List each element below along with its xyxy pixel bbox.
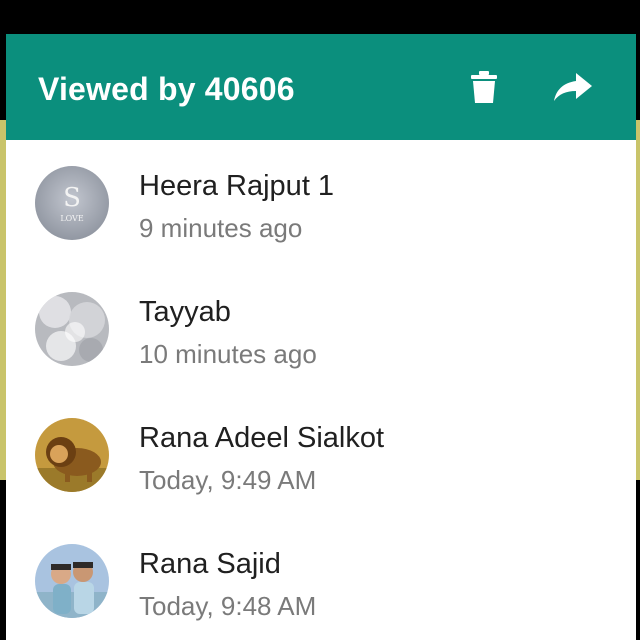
viewed-by-title: Viewed by 40606 [38, 71, 295, 107]
viewed-time: Today, 9:49 AM [139, 465, 317, 495]
avatar [35, 292, 109, 366]
list-item[interactable]: Rana Sajid Today, 9:48 AM [6, 518, 636, 640]
delete-button[interactable] [461, 64, 507, 110]
viewers-sheet: Viewed by 40606 S LOVE Heera Rajput 1 9 … [6, 34, 636, 640]
viewer-name: Tayyab [139, 296, 231, 328]
viewer-name: Rana Adeel Sialkot [139, 422, 385, 454]
svg-text:S: S [63, 183, 81, 213]
list-item[interactable]: Tayyab 10 minutes ago [6, 266, 636, 392]
list-item[interactable]: S LOVE Heera Rajput 1 9 minutes ago [6, 140, 636, 266]
list-item[interactable]: Rana Adeel Sialkot Today, 9:49 AM [6, 392, 636, 518]
forward-arrow-icon [554, 73, 592, 101]
viewer-name: Heera Rajput 1 [139, 170, 335, 202]
viewed-time: Today, 9:48 AM [139, 591, 317, 621]
viewed-time: 10 minutes ago [139, 339, 317, 369]
avatar [35, 418, 109, 492]
viewers-list: S LOVE Heera Rajput 1 9 minutes ago Tayy… [6, 140, 636, 640]
viewed-time: 9 minutes ago [139, 213, 303, 243]
avatar: S LOVE [35, 166, 109, 240]
viewer-name: Rana Sajid [139, 548, 281, 580]
trash-icon [471, 71, 497, 103]
forward-button[interactable] [550, 64, 596, 110]
background-strip-right [636, 120, 640, 480]
avatar [35, 544, 109, 618]
sheet-header: Viewed by 40606 [6, 34, 636, 140]
svg-text:LOVE: LOVE [60, 214, 84, 223]
